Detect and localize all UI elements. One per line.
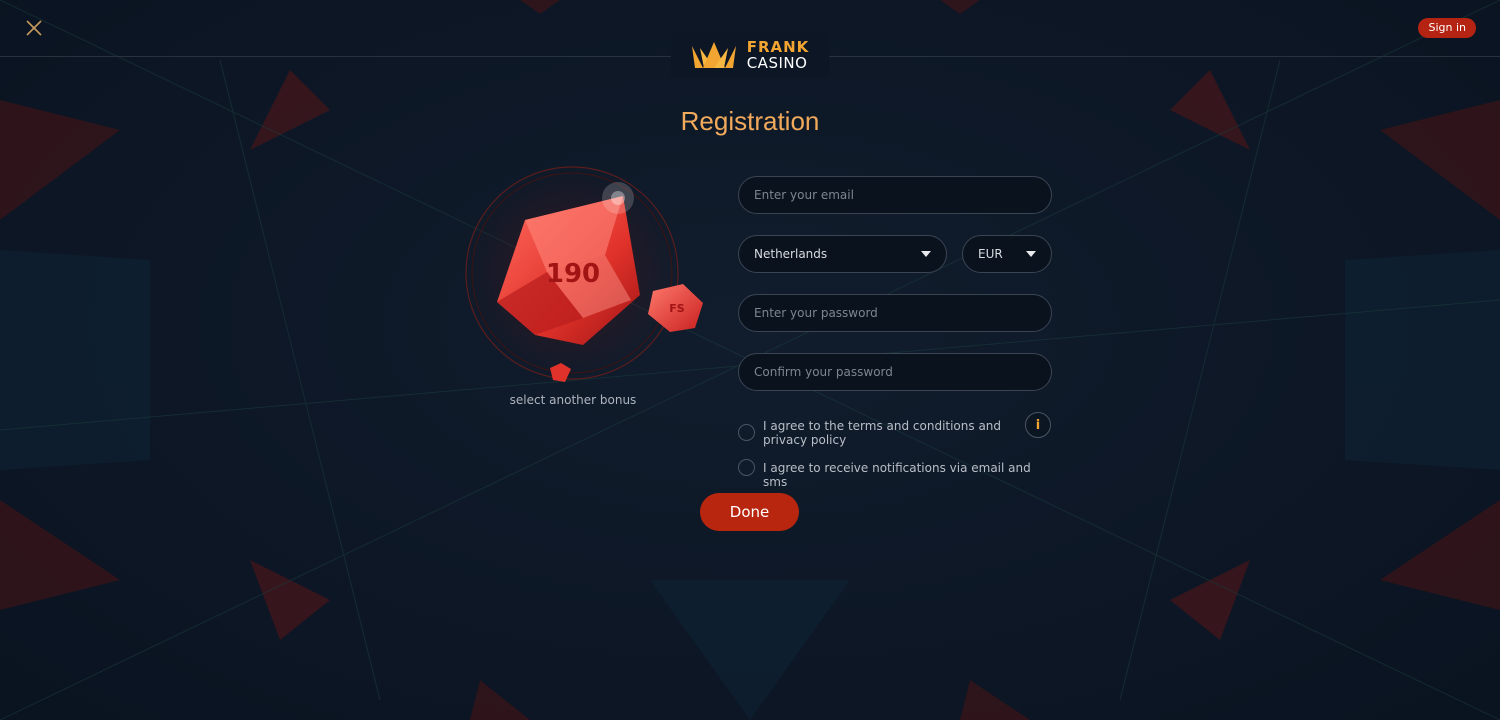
currency-select[interactable]: EUR (962, 235, 1052, 273)
bonus-gem[interactable]: 190 FS (455, 160, 705, 390)
select-another-bonus-link[interactable]: select another bonus (473, 393, 673, 407)
bonus-amount: 190 (546, 259, 600, 289)
crown-icon (691, 42, 736, 68)
terms-label: I agree to the terms and conditions and … (763, 419, 1002, 447)
notifications-checkbox-row[interactable]: I agree to receive notifications via ema… (738, 459, 1048, 489)
logo-frank-text: FRANK (746, 38, 810, 56)
registration-page: Sign in FRANK CASINO Registration 190 FS… (0, 0, 1500, 720)
info-glyph: i (1035, 417, 1041, 433)
done-button[interactable]: Done (700, 493, 799, 531)
bonus-badge: FS (669, 302, 685, 315)
info-icon[interactable]: i (1025, 412, 1051, 438)
confirm-password-input[interactable] (738, 353, 1052, 391)
chevron-down-icon (921, 251, 931, 257)
sign-in-button[interactable]: Sign in (1418, 18, 1476, 38)
notifications-label: I agree to receive notifications via ema… (763, 461, 1031, 489)
currency-value: EUR (978, 247, 1003, 261)
page-title: Registration (680, 106, 820, 136)
password-input[interactable] (738, 294, 1052, 332)
close-icon[interactable] (24, 18, 44, 38)
logo[interactable]: FRANK CASINO (671, 32, 829, 78)
terms-checkbox-row[interactable]: I agree to the terms and conditions and … (738, 419, 1008, 447)
notifications-checkbox[interactable] (738, 459, 755, 476)
terms-checkbox[interactable] (738, 424, 755, 441)
logo-wordmark: FRANK CASINO (747, 39, 810, 71)
email-input[interactable] (738, 176, 1052, 214)
logo-casino-text: CASINO (746, 54, 808, 72)
country-value: Netherlands (754, 247, 828, 261)
country-select[interactable]: Netherlands (738, 235, 947, 273)
chevron-down-icon (1026, 251, 1036, 257)
